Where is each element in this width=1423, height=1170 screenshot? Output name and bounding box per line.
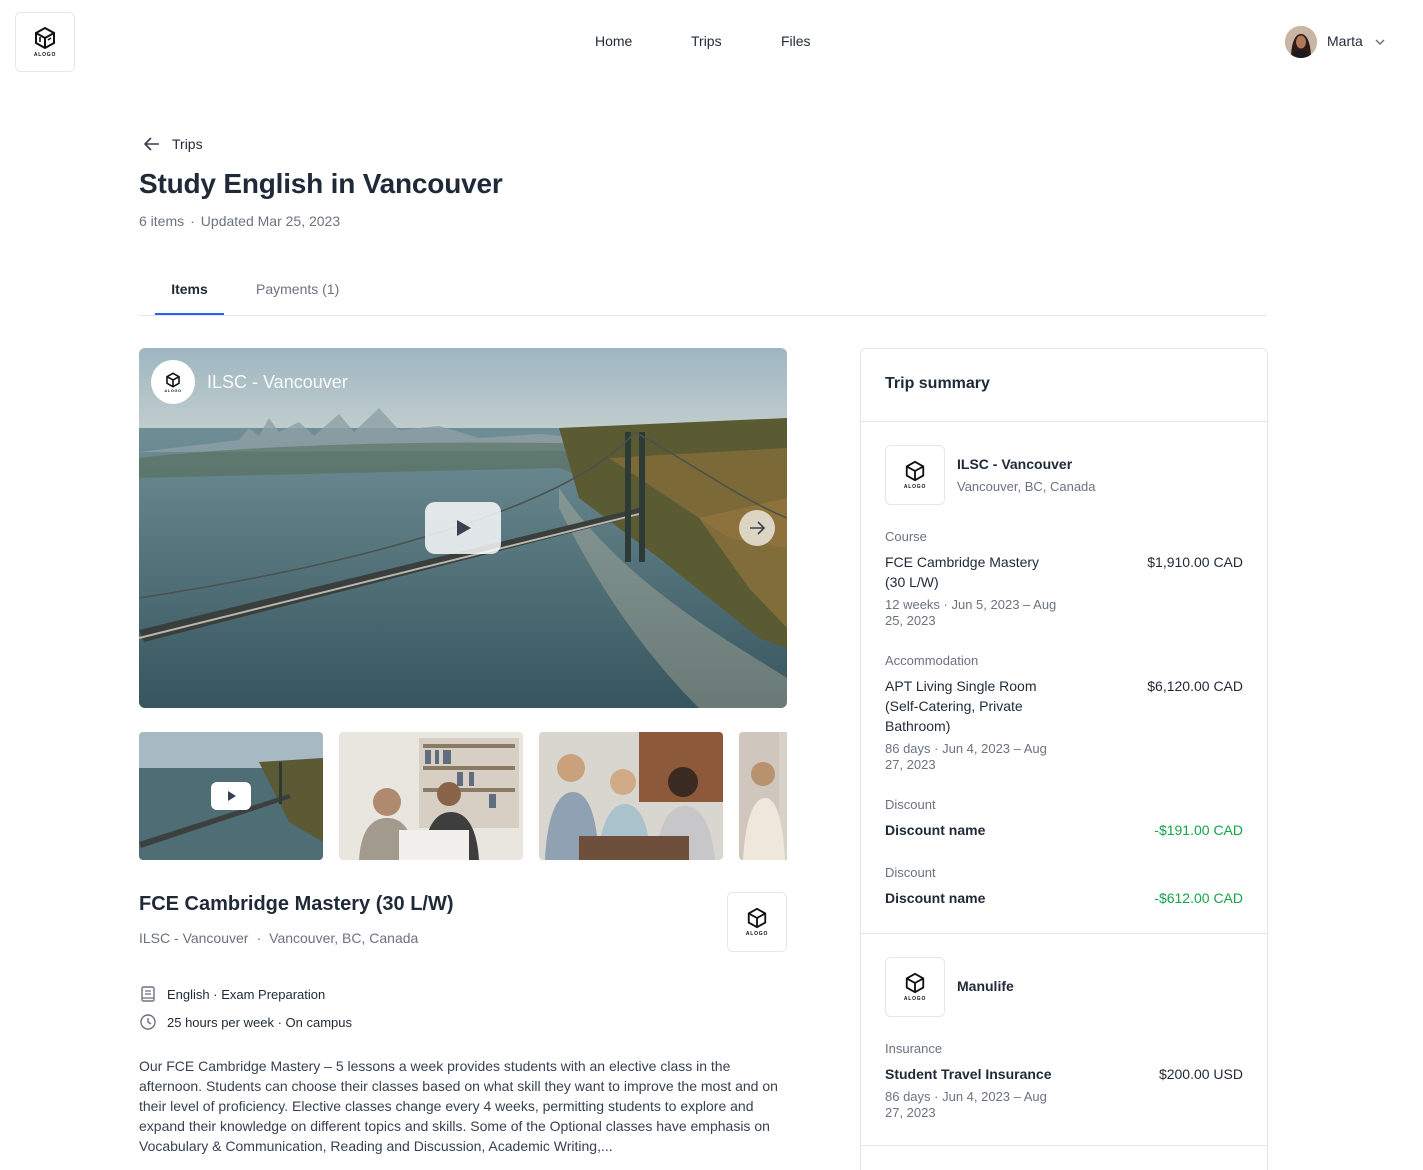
hero-title: ILSC - Vancouver: [207, 372, 348, 392]
tabs-divider: [139, 315, 1267, 316]
logo-cube-icon: [747, 907, 767, 929]
course-provider: ILSC - Vancouver: [139, 930, 249, 946]
media-thumbnails: [139, 732, 787, 860]
course-provider-logo: ALOGO: [727, 892, 787, 952]
logo-text: ALOGO: [745, 931, 769, 937]
summary-divider: [861, 933, 1267, 934]
course-item-name: FCE Cambridge Mastery (30 L/W): [885, 554, 1040, 590]
feature-text: 25 hours per week · On campus: [167, 1014, 352, 1030]
back-link-label: Trips: [172, 136, 203, 152]
page-meta: 6 items · Updated Mar 25, 2023: [139, 213, 340, 229]
updated-date: Updated Mar 25, 2023: [200, 213, 341, 229]
avatar-portrait-icon: [1285, 26, 1317, 58]
user-name[interactable]: Marta: [1327, 33, 1363, 49]
student-cafe-image: [739, 732, 787, 860]
logo-text: ALOGO: [33, 52, 57, 58]
summary-divider: [861, 1145, 1267, 1146]
logo-text: ALOGO: [903, 996, 927, 1002]
discount-item-name: Discount name: [885, 822, 986, 838]
discount-item-price: -$191.00 CAD: [1154, 822, 1243, 838]
thumbnail-image[interactable]: [339, 732, 523, 860]
insurance-item-price: $200.00 USD: [1158, 1066, 1243, 1082]
provider-badge: ALOGO: [151, 360, 195, 404]
thumbnail-image[interactable]: [539, 732, 723, 860]
nav-link-files[interactable]: Files: [781, 33, 811, 49]
nav-link-home[interactable]: Home: [595, 33, 632, 49]
insurance-item-dates: 86 days · Jun 4, 2023 – Aug 27, 2023: [885, 1089, 1047, 1120]
course-title: FCE Cambridge Mastery (30 L/W): [139, 893, 454, 915]
summary-title: Trip summary: [885, 375, 990, 392]
arrow-right-icon: [750, 521, 766, 535]
course-feature-schedule: 25 hours per week · On campus: [139, 1013, 352, 1031]
next-media-button[interactable]: [739, 510, 775, 546]
user-avatar[interactable]: [1285, 26, 1317, 58]
provider-location: Vancouver, BC, Canada: [957, 479, 1096, 494]
students-library-image: [339, 732, 523, 860]
play-icon: [457, 520, 471, 536]
section-label-insurance: Insurance: [885, 1041, 943, 1056]
play-icon: [228, 791, 236, 801]
badge-logo-text: ALOGO: [164, 387, 182, 393]
clock-icon: [140, 1014, 156, 1030]
accommodation-item-dates: 86 days · Jun 4, 2023 – Aug 27, 2023: [885, 741, 1047, 772]
page-title: Study English in Vancouver: [139, 168, 503, 199]
logo-cube-icon: [35, 26, 55, 50]
course-item-dates: 12 weeks · Jun 5, 2023 – Aug 25, 2023: [885, 597, 1057, 628]
nav-link-trips[interactable]: Trips: [691, 33, 722, 49]
logo-cube-icon: [166, 371, 180, 388]
arrow-left-icon: [143, 137, 159, 151]
course-meta: ILSC - Vancouver · Vancouver, BC, Canada: [139, 930, 418, 946]
insurance-item-name: Student Travel Insurance: [885, 1066, 1052, 1082]
section-label-accommodation: Accommodation: [885, 653, 979, 668]
play-video-button[interactable]: [425, 502, 501, 554]
app-logo[interactable]: ALOGO: [15, 12, 75, 72]
thumbnail-image[interactable]: [739, 732, 787, 860]
trip-summary-card: Trip summary ALOGO ILSC - Vancouver Vanc…: [860, 348, 1268, 1170]
thumbnail-play-button[interactable]: [211, 782, 251, 810]
section-label-course: Course: [885, 529, 927, 544]
tab-payments[interactable]: Payments (1): [256, 281, 339, 297]
section-label-discount: Discount: [885, 797, 936, 812]
accommodation-item-price: $6,120.00 CAD: [1147, 678, 1243, 694]
summary-divider: [861, 421, 1267, 422]
provider-logo: ALOGO: [885, 957, 945, 1017]
item-count: 6 items: [139, 213, 185, 229]
course-description: Our FCE Cambridge Mastery – 5 lessons a …: [139, 1058, 778, 1154]
tab-items[interactable]: Items: [155, 281, 224, 297]
discount-item-name: Discount name: [885, 890, 986, 906]
thumbnail-video[interactable]: [139, 732, 323, 860]
hero-video[interactable]: ALOGO ILSC - Vancouver: [139, 348, 787, 708]
discount-item-price: -$612.00 CAD: [1154, 890, 1243, 906]
section-label-discount: Discount: [885, 865, 936, 880]
provider-logo: ALOGO: [885, 445, 945, 505]
students-group-image: [539, 732, 723, 860]
logo-cube-icon: [905, 972, 925, 994]
course-meta-separator: ·: [256, 930, 262, 946]
course-feature-subject: English · Exam Preparation: [139, 985, 325, 1003]
course-item-price: $1,910.00 CAD: [1147, 554, 1243, 570]
book-icon: [141, 986, 155, 1002]
chevron-down-icon[interactable]: [1374, 36, 1386, 48]
accommodation-item-name: APT Living Single Room (Self-Catering, P…: [885, 678, 1037, 734]
provider-name: ILSC - Vancouver: [957, 456, 1073, 472]
logo-cube-icon: [905, 460, 925, 482]
provider-name: Manulife: [957, 978, 1014, 994]
meta-separator: ·: [190, 213, 195, 229]
course-location: Vancouver, BC, Canada: [269, 930, 419, 946]
feature-text: English · Exam Preparation: [167, 986, 326, 1002]
logo-text: ALOGO: [903, 484, 927, 490]
back-to-trips-link[interactable]: Trips: [142, 134, 203, 154]
